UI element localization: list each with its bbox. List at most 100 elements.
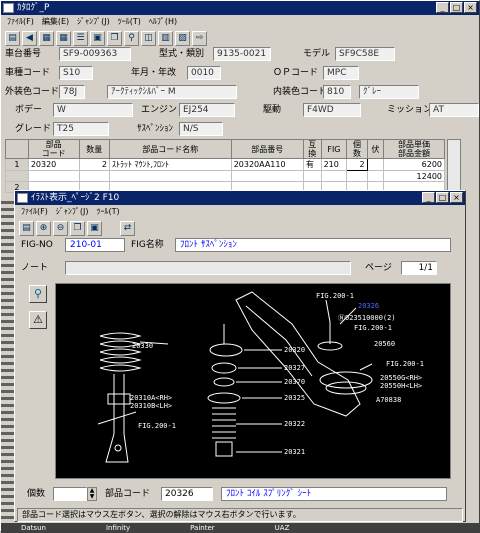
- callout-label[interactable]: 20560: [374, 340, 395, 348]
- table-row[interactable]: 1 20320 2 ｽﾄﾗｯﾄ ﾏｳﾝﾄ,ﾌﾛﾝﾄ 20320AA110 有 2…: [5, 158, 445, 171]
- col-part-name[interactable]: 部品コード名称: [108, 139, 232, 159]
- table-cell[interactable]: ｽﾄﾗｯﾄ ﾏｳﾝﾄ,ﾌﾛﾝﾄ: [108, 158, 232, 171]
- menu-help[interactable]: ﾍﾙﾌﾟ(H): [149, 15, 177, 29]
- illustration-canvas[interactable]: FIG.200-1 20326 Ⓝ023510000(2) FIG.200-1 …: [55, 283, 451, 479]
- col-fig[interactable]: FIG: [320, 139, 348, 159]
- year-month-field[interactable]: 0010: [187, 66, 221, 80]
- warning-icon[interactable]: ⚠: [29, 311, 47, 329]
- callout-label[interactable]: FIG.200-1: [316, 292, 354, 300]
- callout-label[interactable]: FIG.200-1: [354, 324, 392, 332]
- print-icon[interactable]: ▤: [19, 220, 34, 236]
- minimize-button[interactable]: _: [436, 2, 449, 13]
- callout-label[interactable]: Ⓝ023510000(2): [338, 314, 396, 322]
- suspension-field[interactable]: N/S: [179, 122, 223, 136]
- page-field[interactable]: 1/1: [401, 261, 437, 275]
- callout-label[interactable]: 20370: [284, 378, 305, 386]
- part-code-field[interactable]: 20326: [161, 487, 213, 501]
- figure-menu-tools[interactable]: ﾂｰﾙ(T): [96, 205, 119, 219]
- table-cell[interactable]: 12400: [383, 170, 445, 182]
- callout-label[interactable]: 20320: [284, 346, 305, 354]
- calculator-icon[interactable]: ▥: [158, 30, 173, 46]
- callout-label[interactable]: 20326: [358, 302, 379, 310]
- col-count[interactable]: 個数: [346, 139, 368, 159]
- callout-label[interactable]: 20325: [284, 394, 305, 402]
- vehicle-code-field[interactable]: S10: [59, 66, 93, 80]
- callout-label[interactable]: 20310A<RH>: [130, 394, 172, 402]
- copy-icon[interactable]: ❐: [70, 220, 85, 236]
- col-compat[interactable]: 互換: [302, 139, 322, 159]
- table-cell[interactable]: 有: [302, 158, 322, 171]
- callout-label[interactable]: 20550G<RH>: [380, 374, 422, 382]
- callout-label[interactable]: A70838: [376, 396, 401, 404]
- table-cell[interactable]: 210: [320, 158, 348, 171]
- zoom-out-icon[interactable]: ⊖: [53, 220, 68, 236]
- jump-icon[interactable]: ⇄: [120, 220, 135, 236]
- fig-no-field[interactable]: 210-01: [65, 238, 125, 252]
- table-cell[interactable]: 20320: [27, 158, 80, 171]
- chassis-no-field[interactable]: SF9-009363: [59, 47, 131, 61]
- print-icon[interactable]: ▤: [5, 30, 20, 46]
- figure-maximize-button[interactable]: □: [436, 192, 449, 203]
- int-color-name-field[interactable]: ｸﾞﾚｰ: [359, 85, 419, 99]
- table-cell[interactable]: 20320AA110: [230, 158, 304, 171]
- table-icon[interactable]: ▦: [39, 30, 54, 46]
- qty-field[interactable]: [53, 487, 87, 501]
- menu-tools[interactable]: ﾂｰﾙ(T): [118, 15, 141, 29]
- type-class-field[interactable]: 9135-0021: [213, 47, 271, 61]
- table-cell[interactable]: 2: [78, 158, 110, 171]
- figure-minimize-button[interactable]: _: [422, 192, 435, 203]
- callout-label[interactable]: FIG.200-1: [386, 360, 424, 368]
- search-icon[interactable]: ⚲: [124, 30, 139, 46]
- figure-menu-jump[interactable]: ｼﾞｬﾝﾌﾟ(J): [56, 205, 89, 219]
- table-scrollbar[interactable]: [447, 139, 461, 191]
- callout-label[interactable]: 20321: [284, 448, 305, 456]
- note-field[interactable]: [65, 261, 351, 275]
- callout-label[interactable]: 20330: [132, 342, 153, 350]
- callout-label[interactable]: 20322: [284, 420, 305, 428]
- table-row[interactable]: 12400: [5, 170, 445, 182]
- table-cell[interactable]: 6200: [383, 158, 445, 171]
- zoom-in-icon[interactable]: ⊕: [36, 220, 51, 236]
- callout-label[interactable]: FIG.200-1: [138, 422, 176, 430]
- fit-icon[interactable]: ▣: [87, 220, 102, 236]
- figure-titlebar[interactable]: ｲﾗｽﾄ表示_ﾍﾟｰｼﾞ2 F10 _ □ ×: [15, 191, 465, 205]
- ext-color-name-field[interactable]: ｱｰｸﾃｨｯｸｼﾙﾊﾞｰ M: [107, 85, 237, 99]
- suspension-diagram[interactable]: FIG.200-1 20326 Ⓝ023510000(2) FIG.200-1 …: [56, 284, 450, 478]
- menu-file[interactable]: ﾌｧｲﾙ(F): [7, 15, 34, 29]
- drive-field[interactable]: F4WD: [303, 103, 361, 117]
- maximize-button[interactable]: □: [450, 2, 463, 13]
- callout-label[interactable]: 20550H<LH>: [380, 382, 422, 390]
- fig-name-field[interactable]: ﾌﾛﾝﾄ ｻｽﾍﾟﾝｼｮﾝ: [175, 238, 451, 252]
- col-part-code[interactable]: 部品 コード: [27, 139, 80, 159]
- back-icon[interactable]: ◀: [22, 30, 37, 46]
- menu-jump[interactable]: ｼﾞｬﾝﾌﾟ(J): [77, 15, 110, 29]
- close-button[interactable]: ×: [464, 2, 477, 13]
- mission-field[interactable]: AT: [429, 103, 479, 117]
- zoom-icon[interactable]: ⚲: [29, 285, 47, 303]
- model-field[interactable]: SF9C58E: [335, 47, 395, 61]
- window-icon[interactable]: ◫: [141, 30, 156, 46]
- grade-field[interactable]: T25: [53, 122, 109, 136]
- export-icon[interactable]: ⇨: [192, 30, 207, 46]
- table-cell[interactable]: 2: [346, 158, 368, 171]
- op-code-field[interactable]: MPC: [323, 66, 359, 80]
- part-name-field[interactable]: ﾌﾛﾝﾄ ｺｲﾙ ｽﾌﾟﾘﾝｸﾞ ｼｰﾄ: [221, 487, 447, 501]
- callout-label[interactable]: 20327: [284, 364, 305, 372]
- list-icon[interactable]: ☰: [73, 30, 88, 46]
- col-part-number[interactable]: 部品番号: [230, 139, 304, 159]
- int-color-code-field[interactable]: 810: [323, 85, 351, 99]
- grid-icon[interactable]: ▦: [56, 30, 71, 46]
- qty-spinner[interactable]: ▲ ▼: [87, 487, 97, 501]
- main-titlebar[interactable]: ｶﾀﾛｸﾞ_P _ □ ×: [1, 1, 479, 15]
- picture-icon[interactable]: ▨: [175, 30, 190, 46]
- col-price[interactable]: 部品単価 部品金額: [383, 139, 445, 159]
- ext-color-code-field[interactable]: 78J: [59, 85, 85, 99]
- callout-label[interactable]: 20310B<LH>: [130, 402, 172, 410]
- document-icon[interactable]: ▣: [90, 30, 105, 46]
- col-qty[interactable]: 数量: [78, 139, 110, 159]
- figure-close-button[interactable]: ×: [450, 192, 463, 203]
- body-field[interactable]: W: [53, 103, 133, 117]
- figure-menu-file[interactable]: ﾌｧｲﾙ(F): [21, 205, 48, 219]
- col-flag[interactable]: 伏: [366, 139, 385, 159]
- copy-icon[interactable]: ❐: [107, 30, 122, 46]
